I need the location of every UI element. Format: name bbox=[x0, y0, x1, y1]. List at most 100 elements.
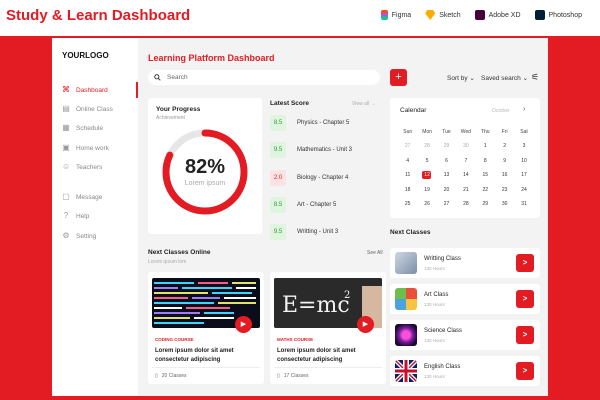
svg-text:E=mc: E=mc bbox=[282, 293, 350, 318]
sidebar-item-setting[interactable]: ⚙ Setting bbox=[62, 230, 138, 242]
sidebar-item-label: Dashboard bbox=[76, 86, 108, 94]
calendar-day[interactable]: 28 bbox=[456, 197, 475, 211]
calendar-day[interactable]: 21 bbox=[456, 183, 475, 197]
filter-icon[interactable]: ⚟ bbox=[531, 72, 539, 83]
calendar-day-number: 1 bbox=[483, 143, 487, 150]
calendar-icon: ▦ bbox=[62, 123, 70, 132]
next-class-writing[interactable]: Writting Class 130 Hours > bbox=[390, 248, 540, 278]
score-subject: Physics - Chapter 5 bbox=[297, 120, 350, 126]
calendar-day[interactable]: 6 bbox=[437, 154, 456, 168]
calendar-day[interactable]: 26 bbox=[417, 197, 436, 211]
sidebar-item-schedule[interactable]: ▦ Schedule bbox=[62, 122, 138, 134]
course-card-maths[interactable]: E=mc 2 ▶ MATHS COURSE Lorem ipsum dolor … bbox=[270, 272, 386, 384]
next-classes-title: Next Classes bbox=[390, 229, 431, 236]
play-button[interactable]: ▶ bbox=[235, 316, 252, 333]
calendar-day[interactable]: 2 bbox=[495, 139, 514, 153]
next-classes-online-title: Next Classes Online bbox=[148, 249, 211, 256]
sidebar-item-home-work[interactable]: ▣ Home work bbox=[62, 142, 138, 154]
calendar-weekday-row: Sun Mon Tue Wed Thu Fri Sat bbox=[398, 125, 534, 139]
next-class-science[interactable]: Science Class 130 Hours > bbox=[390, 320, 540, 350]
chevron-right-icon[interactable]: › bbox=[523, 106, 525, 113]
message-icon: ▢ bbox=[62, 192, 70, 201]
search-bar[interactable]: Search bbox=[148, 70, 380, 85]
calendar-day[interactable]: 4 bbox=[398, 154, 417, 168]
saved-search-dropdown[interactable]: Saved search ⌄ bbox=[481, 74, 528, 82]
sidebar-item-help[interactable]: ? Help bbox=[62, 210, 138, 222]
calendar-day[interactable]: 12 bbox=[417, 168, 436, 182]
calendar-day-number: 30 bbox=[501, 200, 508, 207]
calendar-day-number: 30 bbox=[463, 143, 469, 150]
calendar-day[interactable]: 27 bbox=[437, 197, 456, 211]
sidebar-item-label: Setting bbox=[76, 232, 97, 240]
go-button[interactable]: > bbox=[516, 362, 534, 380]
view-all-link[interactable]: View all → bbox=[352, 101, 376, 107]
see-all-link[interactable]: See All bbox=[367, 250, 383, 256]
calendar-day[interactable]: 29 bbox=[476, 197, 495, 211]
score-row[interactable]: 8.5 Physics - Chapter 5 bbox=[270, 115, 386, 131]
next-class-hours: 130 Hours bbox=[424, 338, 445, 343]
document-icon: ▤ bbox=[62, 104, 70, 113]
calendar-week-row: 4 5 6 7 8 9 10 bbox=[398, 154, 534, 168]
sidebar-item-online-class[interactable]: ▤ Online Class bbox=[62, 103, 138, 115]
add-button[interactable]: + bbox=[390, 69, 407, 86]
calendar-day[interactable]: 11 bbox=[398, 168, 417, 182]
calendar-day[interactable]: 9 bbox=[495, 154, 514, 168]
calendar-day[interactable]: 16 bbox=[495, 168, 514, 182]
score-row[interactable]: 9.5 Mathematics - Unit 3 bbox=[270, 142, 386, 159]
calendar-day[interactable]: 30 bbox=[495, 197, 514, 211]
calendar-day-number: 16 bbox=[501, 172, 508, 179]
calendar-day[interactable]: 3 bbox=[514, 139, 533, 153]
calendar-day[interactable]: 23 bbox=[495, 183, 514, 197]
calendar-day[interactable]: 15 bbox=[476, 168, 495, 182]
sidebar-item-message[interactable]: ▢ Message bbox=[62, 191, 138, 203]
calendar-day[interactable]: 30 bbox=[456, 139, 475, 153]
sidebar-item-label: Schedule bbox=[76, 124, 104, 132]
sidebar-item-dashboard[interactable]: ⌘ Dashboard bbox=[62, 82, 138, 98]
course-card-coding[interactable]: ▶ CODING COURSE Lorem ipsum dolor sit am… bbox=[148, 272, 264, 384]
score-row[interactable]: 9.5 Writting - Unit 3 bbox=[270, 224, 386, 241]
progress-card: Your Progress Achievement 82% Lorem ipsu… bbox=[148, 98, 262, 234]
tool-label: Photoshop bbox=[548, 11, 582, 19]
calendar-day[interactable]: 31 bbox=[514, 197, 533, 211]
sidebar-item-label: Teachers bbox=[76, 163, 103, 171]
go-button[interactable]: > bbox=[516, 326, 534, 344]
calendar-day[interactable]: 8 bbox=[476, 154, 495, 168]
page-title: Learning Platform Dashboard bbox=[148, 53, 275, 63]
calendar-day[interactable]: 20 bbox=[437, 183, 456, 197]
class-count-label: 17 Classes bbox=[283, 373, 309, 379]
calendar-day-number: 7 bbox=[464, 157, 468, 164]
go-button[interactable]: > bbox=[516, 290, 534, 308]
book-icon: ▯ bbox=[277, 373, 280, 379]
gear-icon: ⚙ bbox=[62, 231, 70, 240]
play-button[interactable]: ▶ bbox=[357, 316, 374, 333]
latest-score-panel: Latest Score View all → 8.5 Physics - Cha… bbox=[270, 98, 386, 241]
calendar-day[interactable]: 1 bbox=[476, 139, 495, 153]
go-button[interactable]: > bbox=[516, 254, 534, 272]
calendar-day[interactable]: 25 bbox=[398, 197, 417, 211]
next-class-english[interactable]: English Class 130 Hours > bbox=[390, 356, 540, 386]
sort-label: Sort by bbox=[447, 75, 468, 82]
sidebar-item-teachers[interactable]: ☺ Teachers bbox=[62, 161, 138, 173]
calendar-day[interactable]: 7 bbox=[456, 154, 475, 168]
calendar-day[interactable]: 27 bbox=[398, 139, 417, 153]
calendar-day[interactable]: 28 bbox=[417, 139, 436, 153]
main-content: Learning Platform Dashboard Search + Sor… bbox=[138, 38, 548, 396]
next-classes-online-subtitle: Lorem ipsum lom bbox=[148, 259, 187, 265]
calendar-day[interactable]: 17 bbox=[514, 168, 533, 182]
calendar-day[interactable]: 10 bbox=[514, 154, 533, 168]
calendar-day[interactable]: 13 bbox=[437, 168, 456, 182]
search-input[interactable]: Search bbox=[167, 74, 188, 81]
calendar-day[interactable]: 14 bbox=[456, 168, 475, 182]
calendar-day-number: 27 bbox=[404, 143, 411, 150]
calendar-day[interactable]: 24 bbox=[514, 183, 533, 197]
sort-by-dropdown[interactable]: Sort by ⌄ bbox=[447, 74, 475, 82]
calendar-day[interactable]: 22 bbox=[476, 183, 495, 197]
book-icon: ▯ bbox=[155, 373, 158, 379]
calendar-day[interactable]: 18 bbox=[398, 183, 417, 197]
next-class-art[interactable]: Art Class 130 Hours > bbox=[390, 284, 540, 314]
score-row[interactable]: 2.0 Biology - Chapter 4 bbox=[270, 169, 386, 186]
score-row[interactable]: 8.5 Art - Chapter 5 bbox=[270, 196, 386, 213]
calendar-day[interactable]: 19 bbox=[417, 183, 436, 197]
calendar-day[interactable]: 5 bbox=[417, 154, 436, 168]
calendar-day[interactable]: 29 bbox=[437, 139, 456, 153]
